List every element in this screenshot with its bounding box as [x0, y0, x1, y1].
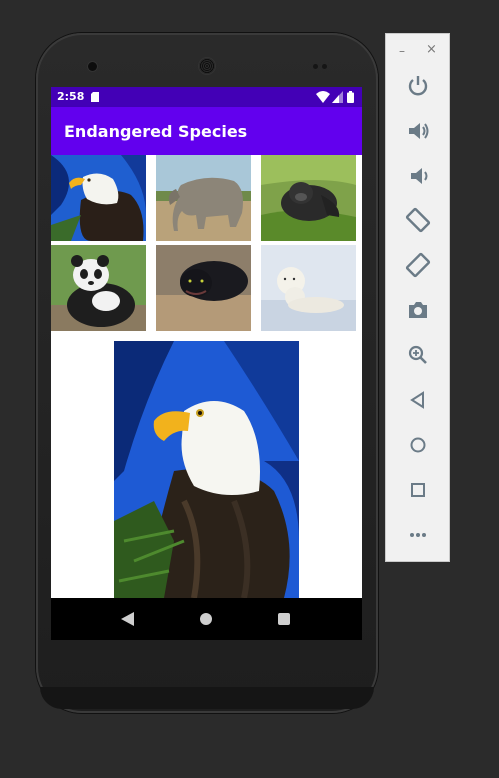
back-icon[interactable]	[121, 612, 134, 626]
thumbnail-elephant[interactable]	[156, 155, 251, 241]
close-button[interactable]: ×	[426, 42, 437, 57]
rotate-left-icon[interactable]	[405, 207, 431, 233]
phone-screen: 2:58 Endangered Species	[51, 87, 362, 640]
home-icon[interactable]	[405, 432, 431, 458]
overview-icon[interactable]	[405, 477, 431, 503]
wifi-icon	[316, 91, 330, 103]
front-camera	[88, 62, 97, 71]
light-sensor	[322, 64, 327, 69]
power-icon[interactable]	[405, 72, 431, 98]
gallery-content	[51, 155, 362, 598]
volume-up-icon[interactable]	[405, 118, 431, 144]
recents-icon[interactable]	[278, 613, 290, 625]
emulator-toolbar: – ×	[385, 33, 450, 562]
zoom-icon[interactable]	[405, 342, 431, 368]
volume-down-icon[interactable]	[405, 163, 431, 189]
camera-icon[interactable]	[405, 297, 431, 323]
home-icon[interactable]	[200, 613, 212, 625]
signal-icon	[332, 91, 343, 103]
sd-card-icon	[91, 92, 99, 102]
status-time: 2:58	[57, 90, 85, 103]
thumbnail-panda[interactable]	[51, 245, 146, 331]
back-icon[interactable]	[405, 387, 431, 413]
app-title: Endangered Species	[64, 122, 248, 141]
rotate-right-icon[interactable]	[405, 252, 431, 278]
thumbnail-gorilla[interactable]	[261, 155, 356, 241]
navigation-bar	[51, 598, 362, 640]
minimize-button[interactable]: –	[399, 44, 405, 58]
selected-species-image	[114, 341, 299, 598]
proximity-sensor	[313, 64, 318, 69]
thumbnail-panther[interactable]	[156, 245, 251, 331]
thumbnail-polar-bears[interactable]	[261, 245, 356, 331]
thumbnail-eagle[interactable]	[51, 155, 146, 241]
more-icon[interactable]	[405, 522, 431, 548]
battery-icon	[347, 91, 354, 103]
earpiece-speaker	[199, 58, 215, 74]
status-bar: 2:58	[51, 87, 362, 107]
app-bar: Endangered Species	[51, 107, 362, 155]
